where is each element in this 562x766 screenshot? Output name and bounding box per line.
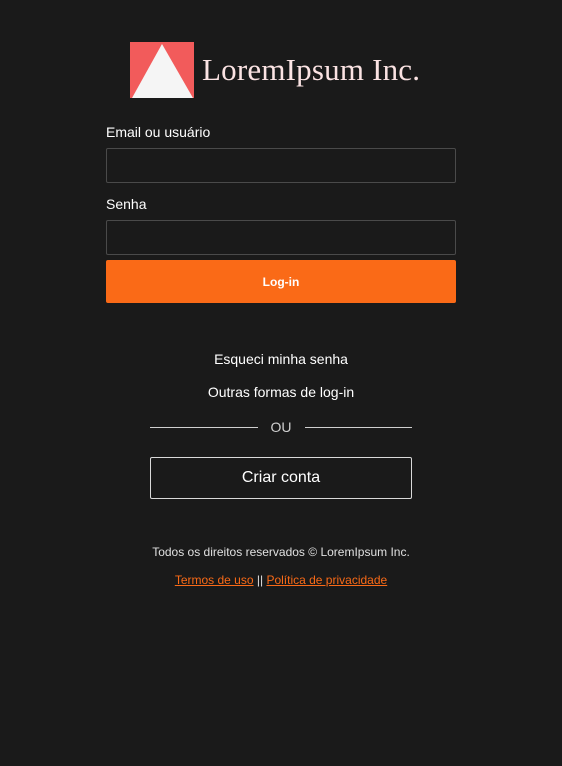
other-login-methods-link[interactable]: Outras formas de log-in <box>0 384 562 400</box>
password-label: Senha <box>106 196 147 212</box>
forgot-password-link[interactable]: Esqueci minha senha <box>0 351 562 367</box>
footer-links: Termos de uso || Política de privacidade <box>0 573 562 587</box>
email-input[interactable] <box>106 148 456 183</box>
login-button[interactable]: Log-in <box>106 260 456 303</box>
footer-separator: || <box>256 573 264 587</box>
password-input[interactable] <box>106 220 456 255</box>
company-logo: LoremIpsum Inc. <box>130 42 420 98</box>
divider-text: OU <box>270 419 292 435</box>
company-name: LoremIpsum Inc. <box>202 52 421 87</box>
divider-line-right <box>305 427 412 428</box>
create-account-button[interactable]: Criar conta <box>150 457 412 499</box>
privacy-policy-link[interactable]: Política de privacidade <box>266 573 387 587</box>
terms-of-use-link[interactable]: Termos de uso <box>175 573 254 587</box>
copyright-text: Todos os direitos reservados © LoremIpsu… <box>152 545 410 559</box>
email-label: Email ou usuário <box>106 124 211 140</box>
triangle-logo-icon <box>130 42 194 98</box>
